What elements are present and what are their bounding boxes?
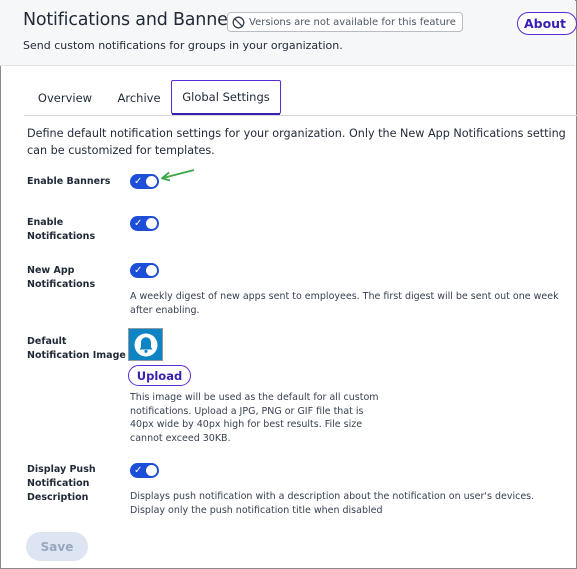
check-icon: ✓	[134, 176, 143, 187]
enable-banners-toggle[interactable]: ✓	[130, 174, 159, 189]
new-app-notifications-help: A weekly digest of new apps sent to empl…	[130, 291, 559, 316]
toggle-knob	[146, 176, 157, 187]
tab-global-settings[interactable]: Global Settings	[171, 80, 281, 115]
block-icon	[232, 16, 245, 29]
toggle-knob	[146, 218, 157, 229]
green-arrow-icon	[161, 169, 195, 182]
intro-text: Define default notification settings for…	[27, 127, 566, 157]
check-icon: ✓	[134, 265, 143, 276]
display-push-description-help: Displays push notification with a descri…	[130, 491, 535, 516]
enable-notifications-label: Enable Notifications	[27, 217, 96, 242]
tab-bar: Overview Archive Global Settings	[24, 80, 577, 116]
new-app-notifications-toggle[interactable]: ✓	[130, 263, 159, 278]
page-title: Notifications and Banners	[23, 10, 244, 30]
check-icon: ✓	[134, 465, 143, 476]
version-notice-text: Versions are not available for this feat…	[249, 16, 456, 28]
enable-banners-label: Enable Banners	[27, 176, 111, 187]
about-button[interactable]: About	[517, 12, 577, 35]
default-notification-image-label: Default Notification Image	[27, 336, 126, 361]
bell-icon	[134, 333, 157, 356]
display-push-description-label: Display Push Notification Description	[27, 464, 96, 503]
tab-archive[interactable]: Archive	[112, 80, 166, 116]
page-subtitle: Send custom notifications for groups in …	[23, 39, 343, 52]
toggle-knob	[146, 465, 157, 476]
check-icon: ✓	[134, 218, 143, 229]
upload-button[interactable]: Upload	[128, 365, 191, 386]
tab-overview[interactable]: Overview	[32, 80, 98, 116]
version-notice-badge: Versions are not available for this feat…	[227, 12, 463, 32]
default-notification-image-help: This image will be used as the default f…	[130, 392, 379, 444]
enable-notifications-toggle[interactable]: ✓	[130, 216, 159, 231]
default-notification-image	[128, 328, 163, 361]
display-push-description-toggle[interactable]: ✓	[130, 463, 159, 478]
page-header: Notifications and Banners Versions are n…	[0, 0, 577, 66]
toggle-knob	[146, 265, 157, 276]
new-app-notifications-label: New App Notifications	[27, 265, 96, 290]
save-button[interactable]: Save	[26, 532, 88, 561]
